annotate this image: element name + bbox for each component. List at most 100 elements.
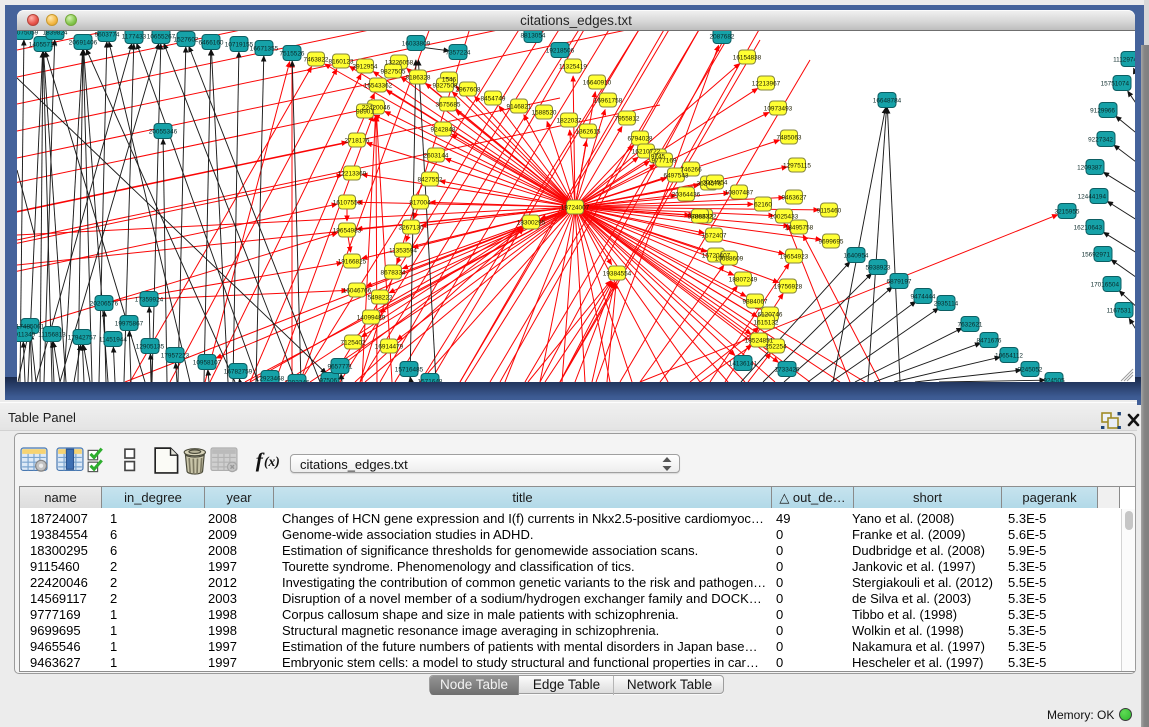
svg-text:1209387: 1209387 xyxy=(1077,165,1102,172)
svg-text:16961758: 16961758 xyxy=(594,98,623,105)
svg-text:252254: 252254 xyxy=(765,344,787,351)
svg-text:9886372: 9886372 xyxy=(688,214,713,221)
svg-text:19166825: 19166825 xyxy=(338,259,367,266)
svg-text:1733426: 1733426 xyxy=(775,367,800,374)
svg-text:1640954: 1640954 xyxy=(844,253,869,260)
svg-text:5498222: 5498222 xyxy=(368,295,393,302)
svg-text:3024554: 3024554 xyxy=(703,180,728,187)
svg-text:20691406: 20691406 xyxy=(69,40,98,47)
svg-text:12923468: 12923468 xyxy=(256,376,285,383)
svg-text:9474444: 9474444 xyxy=(911,294,936,301)
svg-text:1292346: 1292346 xyxy=(285,380,310,383)
svg-text:18807249: 18807249 xyxy=(729,277,758,284)
svg-text:2935114: 2935114 xyxy=(934,301,959,308)
svg-text:16107553: 16107553 xyxy=(333,200,362,207)
svg-text:1177433: 1177433 xyxy=(122,34,147,41)
svg-text:6879197: 6879197 xyxy=(887,279,912,286)
svg-text:20055346: 20055346 xyxy=(149,129,178,136)
svg-text:16033809: 16033809 xyxy=(402,41,431,48)
svg-text:6794028: 6794028 xyxy=(628,136,653,143)
svg-text:13226058: 13226058 xyxy=(385,60,414,67)
svg-text:98901: 98901 xyxy=(356,109,374,116)
svg-text:8678334: 8678334 xyxy=(381,270,406,277)
svg-text:19218506: 19218506 xyxy=(546,48,575,55)
svg-text:7955812: 7955812 xyxy=(615,116,640,123)
svg-text:17359924: 17359924 xyxy=(135,297,164,304)
svg-text:19975867: 19975867 xyxy=(115,321,144,328)
svg-text:17485061: 17485061 xyxy=(17,324,45,331)
svg-text:1588520: 1588520 xyxy=(532,110,557,117)
svg-text:1839824: 1839824 xyxy=(43,31,68,37)
svg-text:9463627: 9463627 xyxy=(782,195,807,202)
svg-text:11353594: 11353594 xyxy=(389,248,417,255)
svg-text:3267130: 3267130 xyxy=(399,225,424,232)
svg-text:20206576: 20206576 xyxy=(90,301,119,308)
svg-text:10688609: 10688609 xyxy=(715,256,744,263)
svg-text:7632621: 7632621 xyxy=(958,322,983,329)
svg-text:10025433: 10025433 xyxy=(770,214,799,221)
svg-text:6497543: 6497543 xyxy=(664,173,689,180)
svg-text:11325419: 11325419 xyxy=(559,64,587,71)
svg-text:817004: 817004 xyxy=(409,200,431,207)
svg-text:924505: 924505 xyxy=(1043,378,1065,383)
svg-text:18724007: 18724007 xyxy=(561,205,590,212)
svg-text:5938923: 5938923 xyxy=(866,265,891,272)
svg-text:17942757: 17942757 xyxy=(68,335,97,342)
svg-text:9146821: 9146821 xyxy=(507,104,532,111)
svg-text:12444194: 12444194 xyxy=(1078,194,1107,201)
svg-text:18495758: 18495758 xyxy=(785,225,814,232)
svg-text:1362615: 1362615 xyxy=(576,129,601,136)
svg-text:9242848: 9242848 xyxy=(431,127,456,134)
svg-text:2718176: 2718176 xyxy=(345,138,370,145)
svg-text:1527602: 1527602 xyxy=(174,37,199,44)
svg-text:9603774: 9603774 xyxy=(95,32,120,39)
svg-text:17957223: 17957223 xyxy=(161,353,190,360)
svg-text:12213967: 12213967 xyxy=(752,81,781,88)
svg-text:(x): (x) xyxy=(264,454,280,470)
svg-text:7357224: 7357224 xyxy=(446,50,471,57)
svg-text:10807487: 10807487 xyxy=(725,190,754,197)
svg-text:8454749: 8454749 xyxy=(481,96,506,103)
svg-text:6466160: 6466160 xyxy=(199,40,224,47)
svg-text:19756928: 19756928 xyxy=(774,284,803,291)
svg-text:3911349: 3911349 xyxy=(17,332,36,339)
svg-text:10958107: 10958107 xyxy=(193,360,222,367)
svg-text:19654923: 19654923 xyxy=(780,254,809,261)
svg-text:7485063: 7485063 xyxy=(777,135,802,142)
svg-text:16648784: 16648784 xyxy=(873,98,902,105)
svg-text:9129966: 9129966 xyxy=(1090,108,1115,115)
svg-text:1572407: 1572407 xyxy=(702,233,727,240)
svg-text:8813054: 8813054 xyxy=(521,33,546,40)
svg-text:8427552: 8427552 xyxy=(418,177,443,184)
svg-text:19654983: 19654983 xyxy=(333,228,362,235)
svg-text:3912954: 3912954 xyxy=(353,64,378,71)
svg-text:10655267: 10655267 xyxy=(147,34,176,41)
svg-text:7125402: 7125402 xyxy=(341,340,366,347)
svg-text:3215955: 3215955 xyxy=(1055,209,1080,216)
svg-text:9115460: 9115460 xyxy=(817,208,842,215)
svg-text:16782759: 16782759 xyxy=(224,369,253,376)
svg-text:10654112: 10654112 xyxy=(995,353,1023,360)
svg-text:62160: 62160 xyxy=(754,202,772,209)
svg-text:9245052: 9245052 xyxy=(1018,367,1043,374)
svg-text:8160123: 8160123 xyxy=(329,59,354,66)
svg-text:9884067: 9884067 xyxy=(743,299,768,306)
svg-text:7515526: 7515526 xyxy=(280,51,305,58)
svg-text:16210643: 16210643 xyxy=(1074,225,1103,232)
svg-text:7463822: 7463822 xyxy=(304,57,329,64)
svg-text:1167531: 1167531 xyxy=(1107,308,1132,315)
svg-text:16914479: 16914479 xyxy=(375,344,404,351)
svg-text:11451944: 11451944 xyxy=(99,337,127,344)
svg-text:6120746: 6120746 xyxy=(758,312,783,319)
svg-text:16640910: 16640910 xyxy=(583,80,612,87)
svg-text:14055714: 14055714 xyxy=(29,42,58,49)
svg-text:16671355: 16671355 xyxy=(250,46,279,53)
svg-text:12213369: 12213369 xyxy=(338,171,367,178)
svg-text:18300295: 18300295 xyxy=(517,220,546,227)
svg-text:2967608: 2967608 xyxy=(456,87,481,94)
svg-text:15716485: 15716485 xyxy=(395,367,424,374)
svg-text:17016504: 17016504 xyxy=(1091,282,1120,289)
svg-text:1571648: 1571648 xyxy=(418,379,443,383)
svg-text:14099489: 14099489 xyxy=(357,315,386,322)
svg-text:15692971: 15692971 xyxy=(1082,252,1111,259)
